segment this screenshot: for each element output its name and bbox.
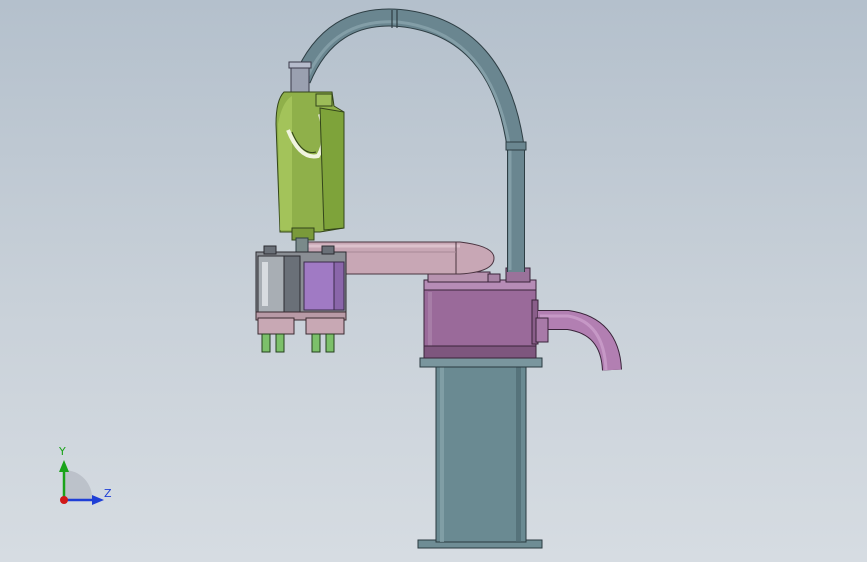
gripper-assembly[interactable]	[255, 245, 347, 353]
elbow-link[interactable]	[275, 61, 345, 263]
side-conduit[interactable]	[535, 310, 622, 371]
cad-viewport[interactable]: Y Z	[0, 0, 867, 562]
y-axis-label: Y	[58, 445, 66, 458]
axis-triad: Y Z	[58, 445, 112, 505]
z-axis-label: Z	[104, 487, 112, 500]
base-box[interactable]	[423, 279, 539, 359]
pedestal-column[interactable]	[417, 357, 543, 549]
